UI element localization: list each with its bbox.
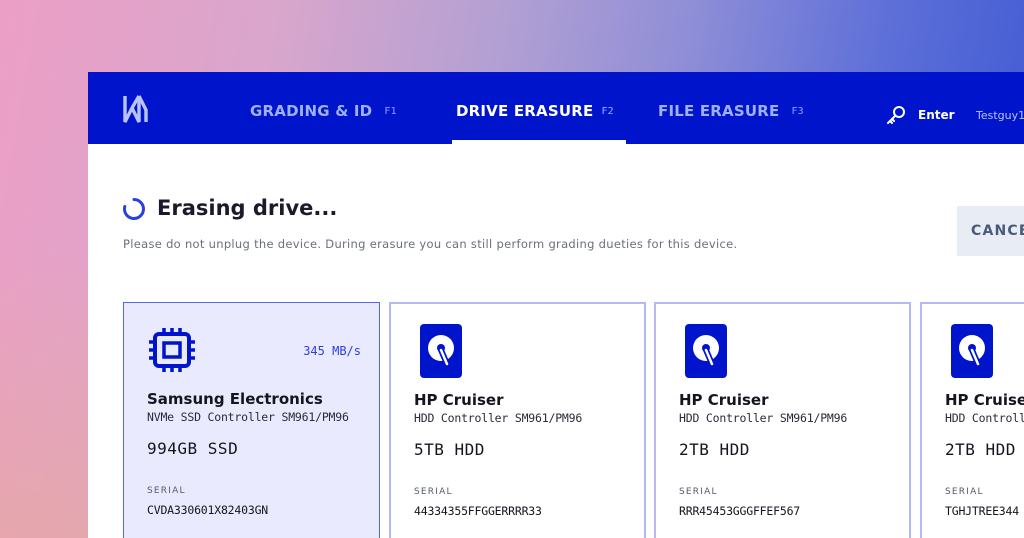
tab-grading-id[interactable]: GRADING & ID F1	[250, 72, 397, 144]
serial-label: SERIAL	[414, 487, 453, 497]
tab-shortcut-key: F2	[601, 106, 614, 117]
drive-brand: Samsung Electronics	[147, 390, 323, 408]
drive-serial: TGHJTREE344	[945, 504, 1019, 518]
tab-label: DRIVE ERASURE	[456, 102, 594, 120]
status-description: Please do not unplug the device. During …	[123, 237, 738, 251]
drive-capacity: 2TB HDD	[679, 440, 750, 459]
drive-capacity: 994GB SSD	[147, 439, 239, 458]
tab-label: GRADING & ID	[250, 102, 373, 120]
top-navigation-bar: GRADING & ID F1 DRIVE ERASURE F2 FILE ERAS…	[88, 72, 1024, 144]
drive-serial: CVDA330601X82403GN	[147, 503, 269, 517]
drive-serial: 44334355FFGGERRRR33	[414, 504, 542, 518]
cancel-button[interactable]: CANCEL	[957, 206, 1024, 256]
drive-capacity: 5TB HDD	[414, 440, 485, 459]
drive-card[interactable]: HP Cruiser HDD Controller SM961/PM96 2TB…	[654, 302, 911, 538]
active-tab-indicator	[452, 140, 626, 144]
drive-brand: HP Cruiser	[679, 391, 769, 409]
drive-model: HDD Controller SM961/PM96	[679, 411, 848, 425]
drive-serial: RRR45453GGGFFEF567	[679, 504, 801, 518]
drive-card[interactable]: 345 MB/s Samsung Electronics NVMe SSD Co…	[123, 302, 380, 538]
app-window: GRADING & ID F1 DRIVE ERASURE F2 FILE ERAS…	[88, 72, 1024, 538]
hdd-icon	[951, 324, 993, 378]
drive-brand: HP Cruiser	[945, 391, 1024, 409]
tab-label: FILE ERASURE	[658, 102, 780, 120]
drive-card[interactable]: HP Cruiser HDD Controller SM961/PM96 5TB…	[389, 302, 646, 538]
serial-label: SERIAL	[945, 487, 984, 497]
tab-file-erasure[interactable]: FILE ERASURE F3	[658, 72, 804, 144]
drive-model: NVMe SSD Controller SM961/PM96	[147, 410, 349, 424]
chip-icon	[149, 328, 195, 372]
tab-drive-erasure[interactable]: DRIVE ERASURE F2	[452, 72, 626, 144]
tab-shortcut-key: F3	[791, 106, 804, 117]
drive-brand: HP Cruiser	[414, 391, 504, 409]
key-icon[interactable]	[885, 104, 907, 126]
serial-label: SERIAL	[679, 487, 718, 497]
enter-button[interactable]: Enter	[918, 108, 955, 122]
loading-spinner-icon	[122, 198, 145, 220]
hdd-icon	[685, 324, 727, 378]
erasure-speed: 345 MB/s	[303, 344, 361, 358]
tab-shortcut-key: F1	[384, 106, 397, 117]
serial-label: SERIAL	[147, 486, 186, 496]
drive-model: HDD Controller SM961/PM96	[414, 411, 583, 425]
page-title: Erasing drive...	[157, 196, 338, 220]
drive-model: HDD Controller SM961/PM96	[945, 411, 1024, 425]
drive-capacity: 2TB HDD	[945, 440, 1016, 459]
drive-card[interactable]: HP Cruiser HDD Controller SM961/PM96 2TB…	[920, 302, 1024, 538]
user-name: Testguy12	[976, 109, 1024, 122]
hdd-icon	[420, 324, 462, 378]
brand-logo	[123, 95, 148, 123]
